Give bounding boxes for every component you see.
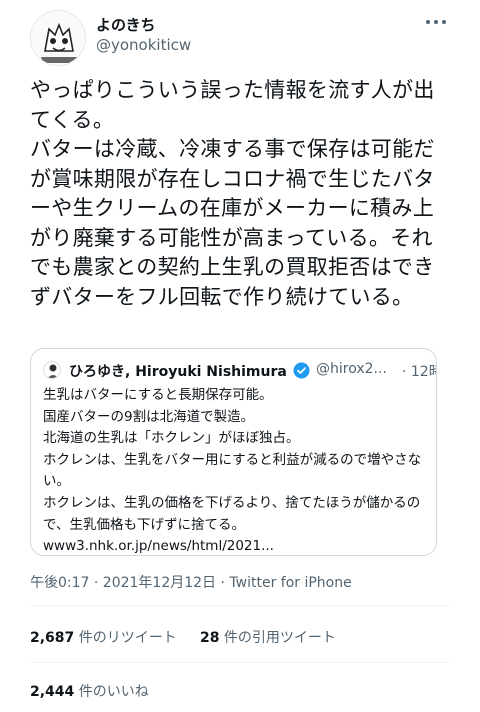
author-display-name[interactable]: よのきち [96,14,156,35]
quoted-author-handle: @hirox2... [316,361,387,377]
like-stat[interactable]: 2,444 件のいいね [30,681,149,701]
tweet-header: よのきち @yonokiticw [0,0,480,70]
like-count: 2,444 [30,684,75,700]
retweet-label: 件のリツイート [74,630,177,646]
author-avatar[interactable] [30,10,86,66]
divider [30,605,450,606]
quoted-author-name: ひろゆき, Hiroyuki Nishimura [69,364,287,380]
author-handle[interactable]: @yonokiticw [96,36,191,54]
retweet-count: 2,687 [30,630,75,646]
more-horizontal-icon[interactable] [426,14,446,30]
quote-count: 28 [200,630,220,646]
tweet-timestamp[interactable]: 午後0:17 · 2021年12月12日 · Twitter for iPhon… [30,572,352,592]
quoted-tweet[interactable]: ひろゆき, Hiroyuki Nishimura @hirox2... · 12… [30,348,437,556]
quoted-tweet-text: 生乳はバターにすると長期保存可能。 国産バターの9割は北海道で製造。 北海道の生… [43,387,422,555]
tweet-text: やっぱりこういう誤った情報を流す人が出てくる。 バターは冷蔵、冷凍する事で保存は… [30,78,435,309]
like-label: 件のいいね [74,684,149,700]
quoted-tweet-time: · 12時間 [402,364,436,380]
quoted-author-avatar [43,361,61,379]
quote-label: 件の引用ツイート [219,630,336,646]
quote-stat[interactable]: 28 件の引用ツイート [200,627,336,647]
retweet-stat[interactable]: 2,687 件のリツイート [30,627,177,647]
verified-badge-icon [293,362,310,379]
quoted-tweet-header: ひろゆき, Hiroyuki Nishimura @hirox2... · 12… [43,359,436,381]
divider [30,662,450,663]
